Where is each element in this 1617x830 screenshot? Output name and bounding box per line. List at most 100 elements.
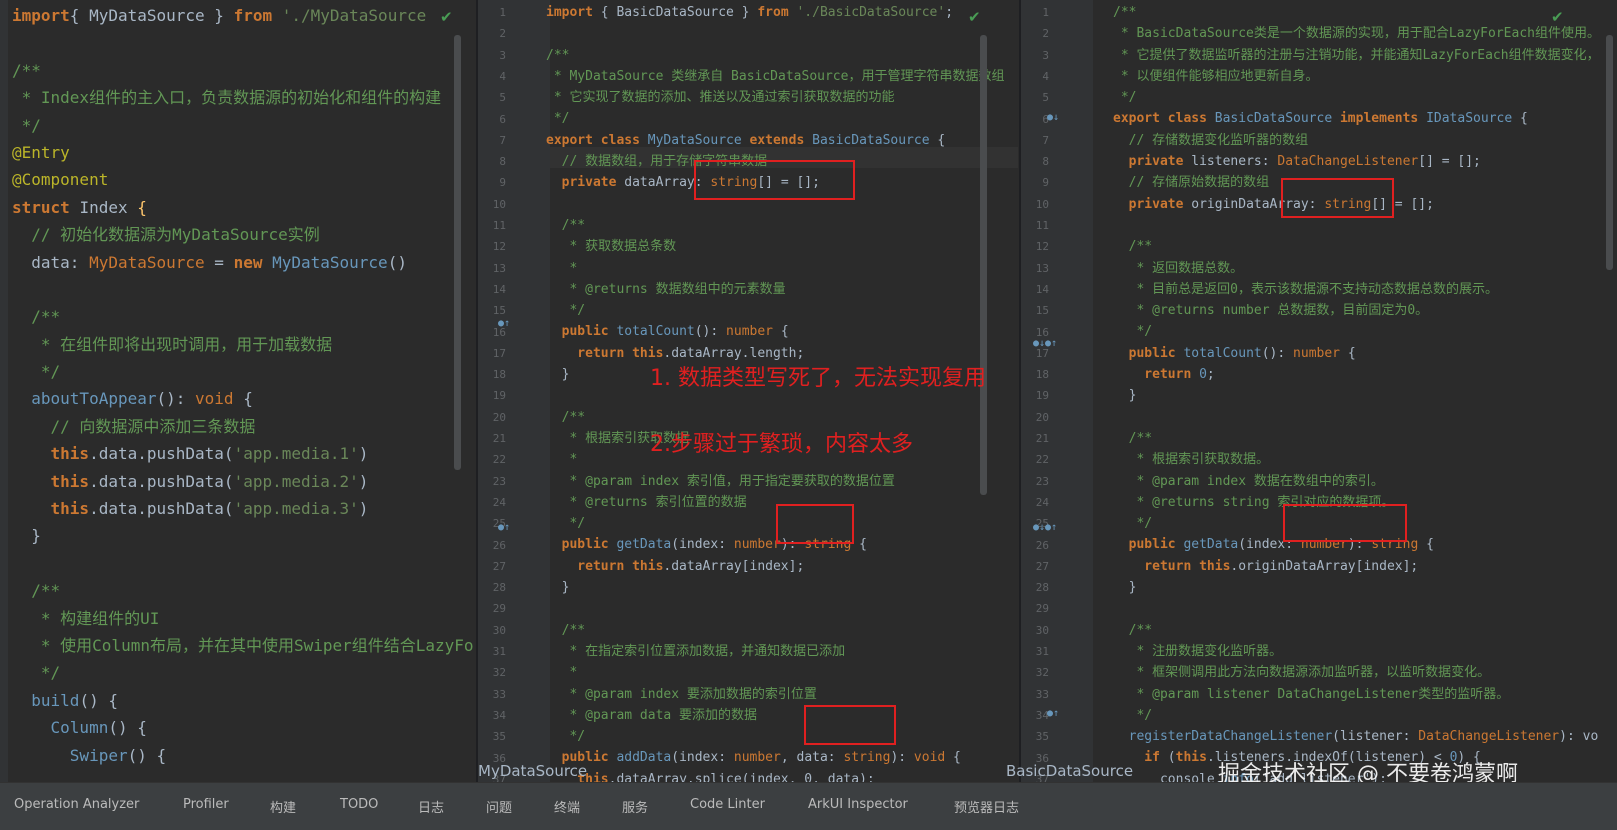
code-line[interactable]: public totalCount(): number { [546,321,1004,342]
code-line[interactable]: /** [546,407,1004,428]
code-line[interactable]: this.data.pushData('app.media.1') [12,440,474,467]
code-line[interactable]: /** [12,577,474,604]
code-line[interactable]: } [1113,577,1600,598]
code-line[interactable]: /** [546,215,1004,236]
code-area[interactable]: import{ MyDataSource } from './MyDataSou… [12,2,474,769]
code-line[interactable]: * 获取数据总条数 [546,236,1004,257]
code-line[interactable]: public totalCount(): number { [1113,343,1600,364]
code-line[interactable]: * 注册数据变化监听器。 [1113,641,1600,662]
code-line[interactable]: * 它实现了数据的添加、推送以及通过索引获取数据的功能 [546,87,1004,108]
code-line[interactable]: * 使用Column布局，并在其中使用Swiper组件结合LazyFo [12,632,474,659]
tool-profiler[interactable]: Profiler [183,797,229,812]
tool-arkui-inspector[interactable]: ArkUI Inspector [808,797,908,812]
tool-todo[interactable]: TODO [340,797,378,812]
code-line[interactable]: * MyDataSource 类继承自 BasicDataSource，用于管理… [546,66,1005,87]
code-line[interactable]: private listeners: DataChangeListener[] … [1113,151,1600,172]
override-icon[interactable]: ●↑ [498,522,510,533]
code-line[interactable]: // 存储数据变化监听器的数组 [1113,130,1600,151]
code-line[interactable]: */ [12,659,474,686]
tool-code-linter[interactable]: Code Linter [690,797,765,812]
code-line[interactable]: // 初始化数据源为MyDataSource实例 [12,221,474,248]
implement-override-icon[interactable]: ●↓●↑ [1033,338,1057,349]
code-line[interactable]: */ [546,726,1004,747]
code-line[interactable] [1113,407,1600,428]
editor-pane-basicdatasource[interactable]: 1 2 3 4 5 6 7 8 9 10 11 12 13 14 15 16 17 18 19 20 21 22 23 24 2… [1021,0,1617,782]
scrollbar[interactable] [1606,35,1613,270]
override-icon[interactable]: ●↑ [498,318,510,329]
code-line[interactable]: * @param index 数据在数组中的索引。 [1113,471,1600,492]
code-line[interactable]: } [546,577,1004,598]
code-line[interactable]: * BasicDataSource类是一个数据源的实现，用于配合LazyForE… [1113,23,1600,44]
code-area[interactable]: import { BasicDataSource } from './Basic… [546,2,1004,782]
scrollbar[interactable] [454,35,461,470]
code-line[interactable]: return this.dataArray[index]; [546,556,1004,577]
code-line[interactable]: /** [1113,620,1600,641]
code-line[interactable]: // 向数据源中添加三条数据 [12,413,474,440]
code-line[interactable]: build() { [12,687,474,714]
code-line[interactable]: * 框架侧调用此方法向数据源添加监听器，以监听数据变化。 [1113,662,1600,683]
tool-operation-analyzer[interactable]: Operation Analyzer [14,797,139,812]
editor-pane-index[interactable]: import{ MyDataSource } from './MyDataSou… [0,0,476,782]
code-line[interactable]: this.data.pushData('app.media.2') [12,468,474,495]
code-line[interactable]: @Component [12,166,474,193]
code-line[interactable]: /** [1113,428,1600,449]
implement-icon[interactable]: ●↑ [1047,708,1059,719]
code-line[interactable]: registerDataChangeListener(listener: Dat… [1113,726,1600,747]
code-line[interactable]: import { BasicDataSource } from './Basic… [546,2,1004,23]
code-line[interactable] [1113,215,1600,236]
code-line[interactable]: * 目前总是返回0，表示该数据源不支持动态数据总数的展示。 [1113,279,1600,300]
code-line[interactable]: /** [1113,236,1600,257]
code-line[interactable]: * @param index 要添加数据的索引位置 [546,684,1004,705]
code-line[interactable]: */ [1113,87,1600,108]
code-line[interactable]: */ [1113,705,1600,726]
code-line[interactable]: this.data.pushData('app.media.3') [12,495,474,522]
code-line[interactable]: * 在组件即将出现时调用，用于加载数据 [12,331,474,358]
code-line[interactable]: Swiper() { [12,742,474,769]
tool-services[interactable]: 服务 [622,797,648,816]
code-line[interactable]: public addData(index: number, data: stri… [546,747,1004,768]
code-line[interactable]: * @param data 要添加的数据 [546,705,1004,726]
code-line[interactable]: */ [12,358,474,385]
code-line[interactable] [12,550,474,577]
code-line[interactable]: export class MyDataSource extends BasicD… [546,130,1004,151]
code-line[interactable]: struct Index { [12,194,474,221]
code-line[interactable]: data: MyDataSource = new MyDataSource() [12,249,474,276]
code-line[interactable]: * 在指定索引位置添加数据，并通知数据已添加 [546,641,1004,662]
code-line[interactable]: /** [12,303,474,330]
code-line[interactable]: * 根据索引获取数据。 [1113,449,1600,470]
code-line[interactable]: * 构建组件的UI [12,605,474,632]
code-line[interactable]: * 返回数据总数。 [1113,258,1600,279]
code-line[interactable]: /** [1113,2,1600,23]
tool-previewer-log[interactable]: 预览器日志 [954,797,1019,816]
code-line[interactable]: return 0; [1113,364,1600,385]
code-line[interactable]: aboutToAppear(): void { [12,385,474,412]
tool-build[interactable]: 构建 [270,797,296,816]
code-line[interactable]: this.dataArray.splice(index, 0, data); [546,769,1004,782]
code-line[interactable]: /** [12,57,474,84]
tool-problems[interactable]: 问题 [486,797,512,816]
tool-terminal[interactable]: 终端 [554,797,580,816]
code-line[interactable]: */ [546,108,1004,129]
scrollbar[interactable] [980,35,987,495]
code-line[interactable]: } [12,522,474,549]
code-line[interactable]: * @param listener DataChangeListener类型的监… [1113,684,1600,705]
code-line[interactable]: */ [1113,321,1600,342]
code-line[interactable] [546,598,1004,619]
code-line[interactable] [1113,598,1600,619]
code-line[interactable]: /** [546,620,1004,641]
code-line[interactable]: * @returns number 总数据数，目前固定为0。 [1113,300,1600,321]
implemented-icon[interactable]: ●↓ [1047,112,1059,123]
code-line[interactable]: export class BasicDataSource implements … [1113,108,1600,129]
code-line[interactable]: * 以便组件能够相应地更新自身。 [1113,66,1600,87]
code-line[interactable]: * 它提供了数据监听器的注册与注销功能，并能通知LazyForEach组件数据变… [1113,45,1600,66]
code-line[interactable] [12,276,474,303]
code-line[interactable]: * [546,258,1004,279]
code-line[interactable]: */ [12,112,474,139]
code-line[interactable]: * @returns 数据数组中的元素数量 [546,279,1004,300]
implement-override-icon[interactable]: ●↓●↑ [1033,522,1057,533]
code-line[interactable]: /** [546,45,1004,66]
code-line[interactable]: @Entry [12,139,474,166]
code-line[interactable]: Column() { [12,714,474,741]
code-line[interactable]: */ [546,300,1004,321]
tool-log[interactable]: 日志 [418,797,444,816]
